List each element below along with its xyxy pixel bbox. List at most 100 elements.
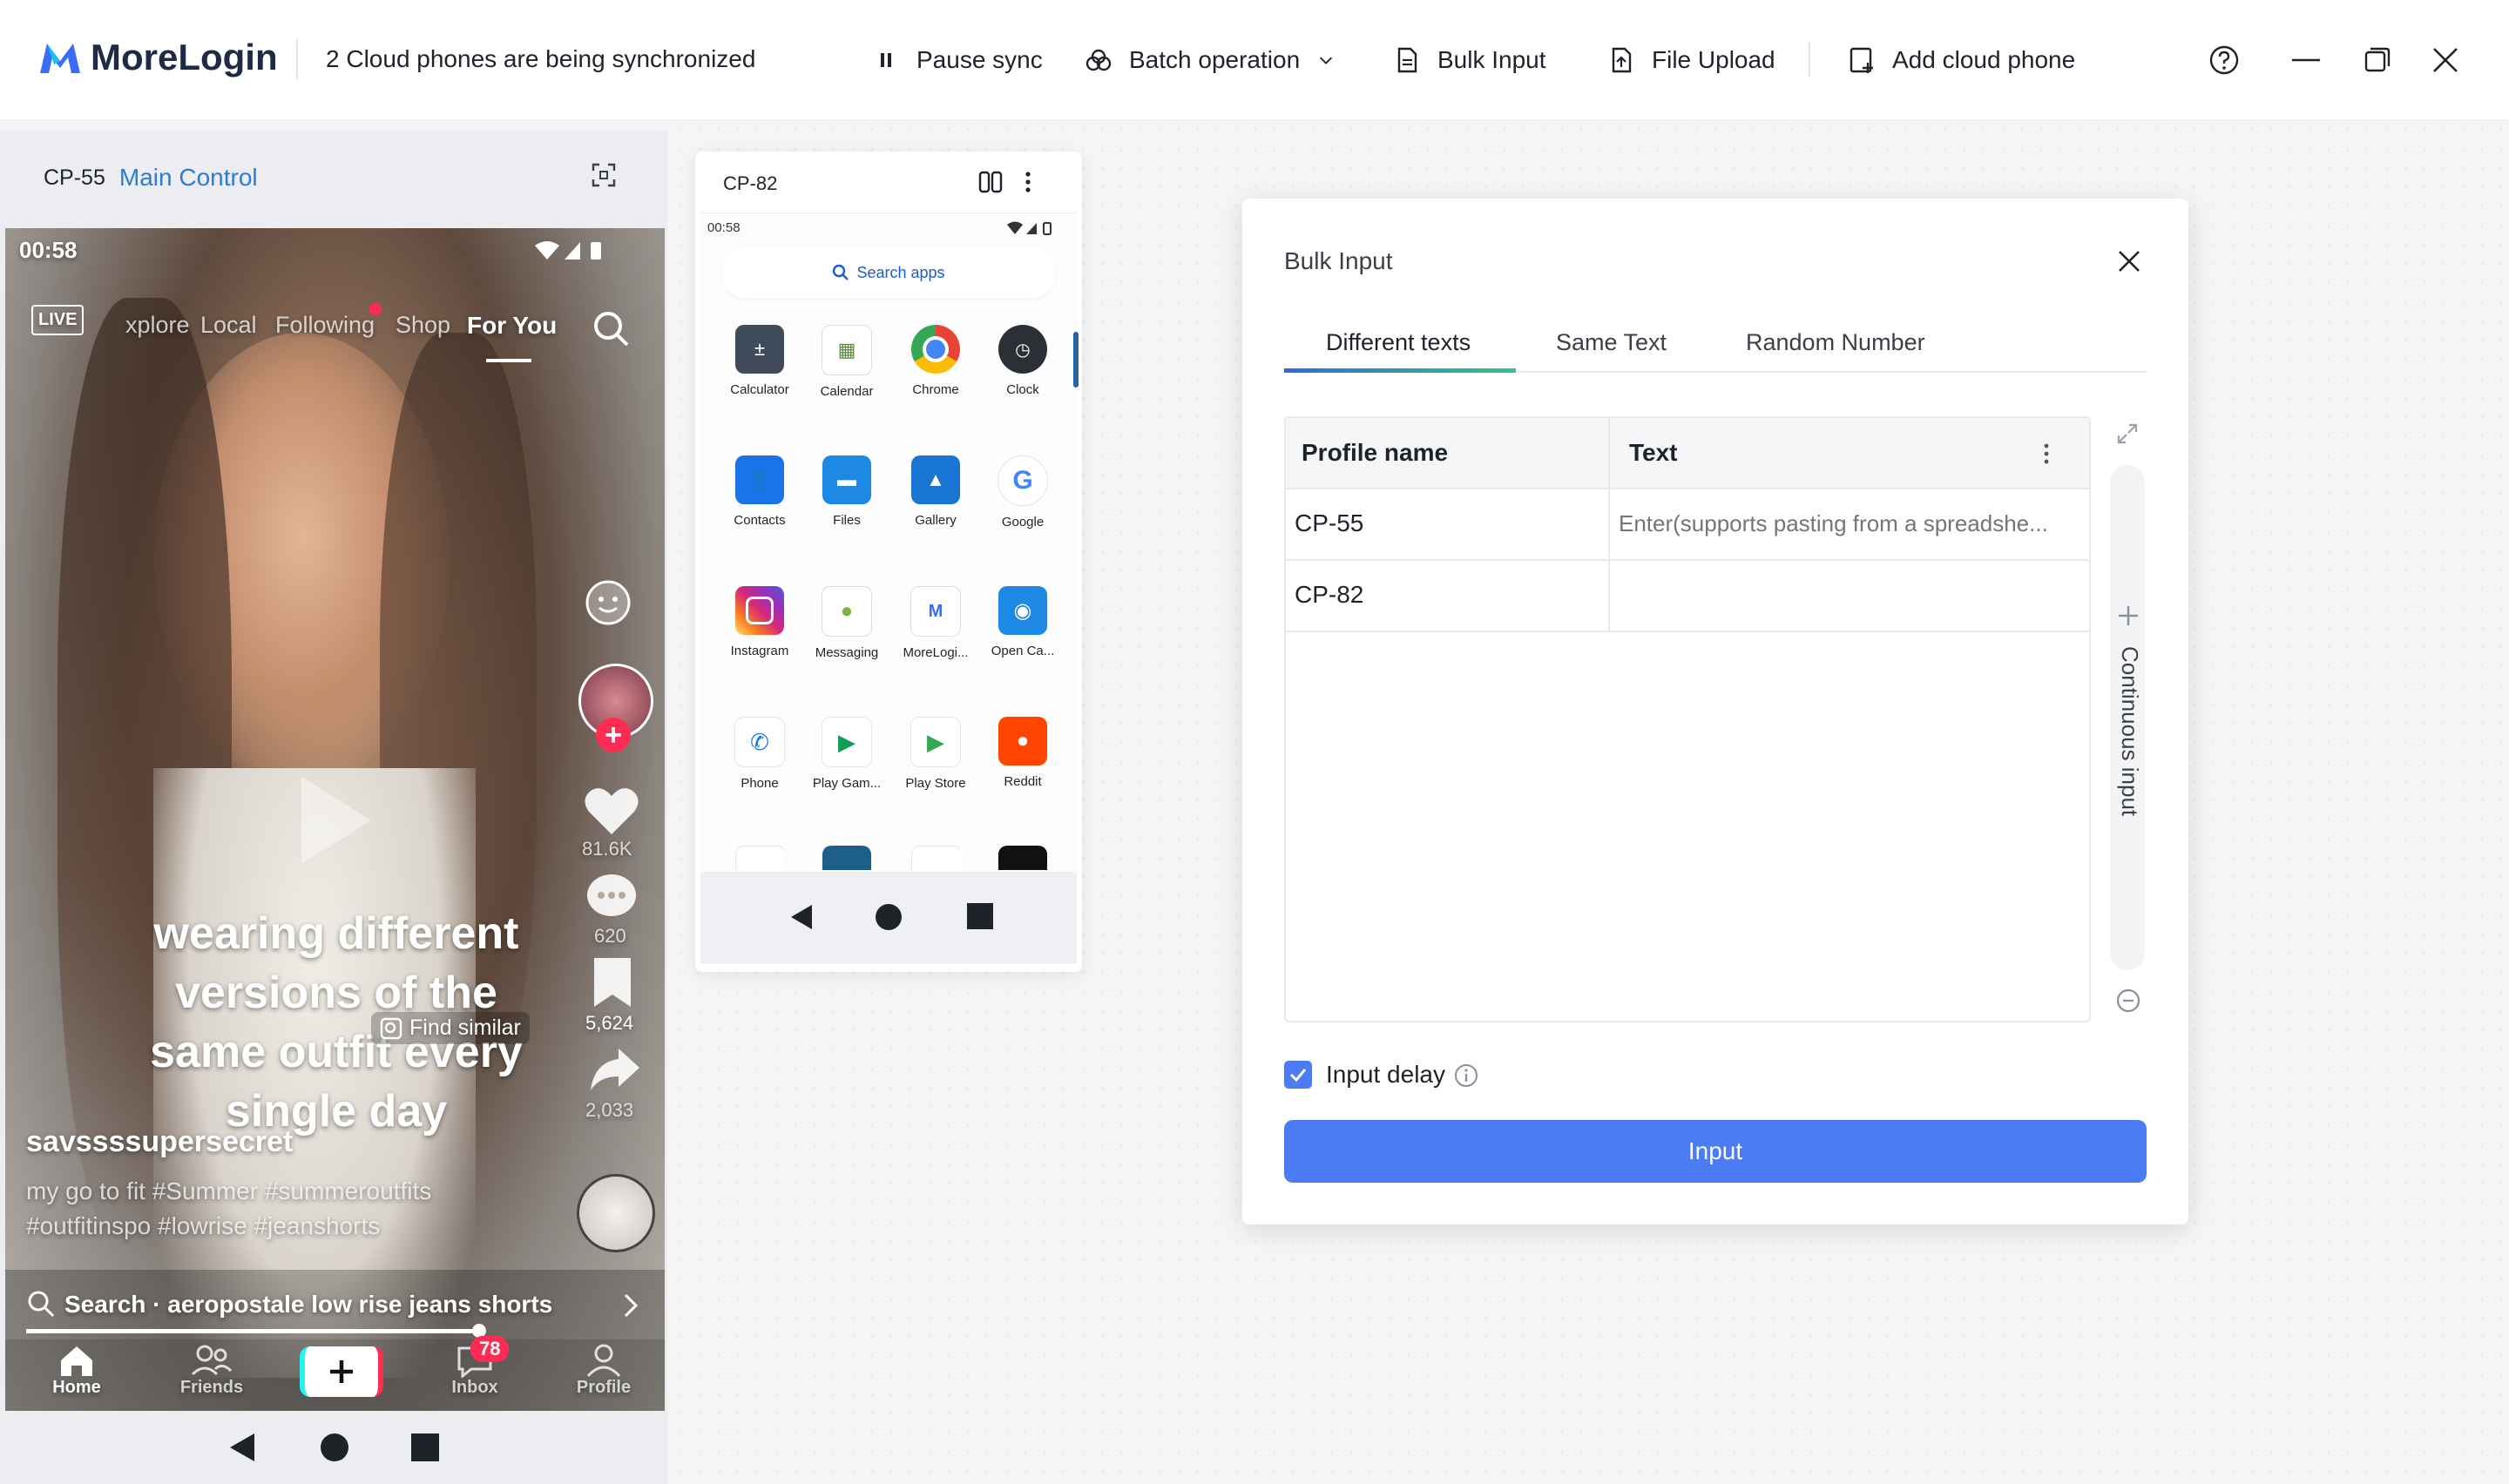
main-phone-screen[interactable]: 00:58 LIVE xplore Local Following Shop F…: [5, 228, 665, 1411]
app-reddit[interactable]: ● Reddit: [979, 717, 1066, 789]
video-description: #outfitinspo #lowrise #jeanshorts: [26, 1212, 381, 1239]
phone-screen[interactable]: 00:58 Search apps ± Calculator ▦ Calendar …: [700, 212, 1079, 964]
cloud-phone-cp-82: CP-82 00:58 Search apps ± Calculator ▦ Cal…: [695, 152, 1082, 972]
app-play-games[interactable]: ▶ Play Gam...: [803, 717, 890, 791]
help-button[interactable]: [2202, 38, 2246, 82]
brand: MoreLogin: [38, 37, 278, 78]
creator-username[interactable]: savssssupersecret: [26, 1125, 293, 1159]
back-icon[interactable]: [789, 903, 814, 931]
chevron-down-icon: [1320, 57, 1333, 64]
app-files[interactable]: ▬ Files: [803, 455, 890, 528]
nav-home-label: Home: [52, 1378, 101, 1397]
app-play-store[interactable]: ▶ Play Store: [892, 717, 979, 791]
app-contacts[interactable]: 👤 Contacts: [716, 455, 803, 528]
folder-icon: ▬: [822, 455, 871, 504]
progress-bar[interactable]: [26, 1329, 479, 1333]
more-vertical-icon[interactable]: [2040, 441, 2053, 467]
search-apps-bar[interactable]: Search apps: [721, 246, 1056, 299]
tab-live[interactable]: LIVE: [31, 305, 85, 335]
emoji-icon[interactable]: [584, 578, 632, 627]
add-cloud-phone-button[interactable]: Add cloud phone: [1847, 38, 2075, 82]
tab-same-text[interactable]: Same Text: [1556, 329, 1667, 356]
plus-icon[interactable]: [2117, 604, 2140, 627]
app-messaging[interactable]: ● Messaging: [803, 586, 890, 660]
tab-local[interactable]: Local: [200, 312, 257, 339]
expand-icon[interactable]: [2115, 422, 2140, 446]
tab-shop[interactable]: Shop: [396, 312, 450, 339]
app-label: Instagram: [730, 644, 789, 658]
home-circle-icon[interactable]: [875, 903, 903, 931]
tab-explore[interactable]: xplore: [125, 312, 190, 339]
play-icon[interactable]: [293, 768, 380, 873]
tab-following[interactable]: Following: [275, 312, 375, 339]
main-phone-header: CP-55 Main Control: [44, 164, 258, 192]
recents-icon[interactable]: [411, 1433, 439, 1461]
find-similar-button[interactable]: Find similar: [371, 1012, 530, 1044]
music-disc[interactable]: [577, 1174, 655, 1252]
play-store-icon: ▶: [910, 717, 961, 767]
fullscreen-button[interactable]: [589, 160, 619, 190]
app-partial[interactable]: [911, 846, 960, 870]
nav-home[interactable]: Home: [42, 1343, 112, 1398]
video-description: my go to fit #Summer #summeroutfits: [26, 1177, 432, 1204]
minus-circle-icon[interactable]: [2115, 988, 2141, 1014]
app-chrome[interactable]: Chrome: [892, 325, 979, 397]
app-open-camera[interactable]: ◉ Open Ca...: [979, 586, 1066, 658]
app-label: Google: [1001, 515, 1045, 530]
file-upload-button[interactable]: File Upload: [1606, 38, 1775, 82]
nav-profile[interactable]: Profile: [565, 1343, 643, 1398]
app-gallery[interactable]: ▲ Gallery: [892, 455, 979, 528]
create-post-button[interactable]: [300, 1346, 383, 1397]
app-clock[interactable]: ◷ Clock: [979, 325, 1066, 397]
app-partial[interactable]: [822, 846, 871, 870]
app-google[interactable]: G Google: [979, 455, 1066, 530]
batch-operation-dropdown[interactable]: Batch operation: [1084, 38, 1336, 82]
home-circle-icon[interactable]: [319, 1432, 350, 1463]
camera-icon: ◉: [998, 586, 1047, 635]
app-instagram[interactable]: Instagram: [716, 586, 803, 658]
close-icon[interactable]: [2115, 247, 2143, 275]
app-calculator[interactable]: ± Calculator: [716, 325, 803, 397]
pause-icon: [881, 53, 891, 67]
app-label: Clock: [1006, 382, 1039, 397]
check-icon: [1289, 1069, 1307, 1083]
scrollbar[interactable]: [1073, 332, 1079, 388]
minimize-button[interactable]: [2284, 38, 2328, 82]
restore-button[interactable]: [2356, 38, 2399, 82]
top-bar: MoreLogin 2 Cloud phones are being synch…: [0, 0, 2509, 121]
column-header-text: Text: [1629, 439, 1678, 466]
app-partial[interactable]: [735, 846, 784, 870]
nav-inbox-label: Inbox: [451, 1378, 498, 1397]
bulk-input-dialog: Bulk Input Different texts Same Text Ran…: [1242, 199, 2188, 1224]
input-button[interactable]: Input: [1284, 1120, 2147, 1183]
continuous-input-label[interactable]: Continuous input: [2117, 646, 2143, 847]
nav-profile-label: Profile: [576, 1378, 632, 1397]
app-phone[interactable]: ✆ Phone: [716, 717, 803, 791]
tiktok-bottom-nav: Home Friends Inbox 78 Profile: [5, 1336, 665, 1411]
input-delay-checkbox[interactable]: [1284, 1061, 1312, 1089]
tab-different-texts[interactable]: Different texts: [1326, 329, 1471, 356]
tab-for-you[interactable]: For You: [467, 312, 557, 340]
nav-friends[interactable]: Friends: [172, 1343, 251, 1398]
bulk-input-button[interactable]: Bulk Input: [1392, 38, 1546, 82]
main-control-label: Main Control: [118, 164, 258, 191]
follow-plus-icon[interactable]: +: [596, 718, 631, 752]
search-icon[interactable]: [591, 308, 631, 348]
tab-random-number[interactable]: Random Number: [1746, 329, 1925, 356]
recents-icon[interactable]: [967, 903, 993, 929]
app-partial[interactable]: [998, 846, 1047, 870]
heart-icon[interactable]: [584, 786, 639, 836]
row-text-input[interactable]: [1617, 568, 2080, 622]
app-calendar[interactable]: ▦ Calendar: [803, 325, 890, 399]
profile-icon: [586, 1344, 621, 1378]
back-icon[interactable]: [228, 1432, 256, 1463]
close-window-button[interactable]: [2424, 38, 2467, 82]
row-text-input[interactable]: [1617, 496, 2080, 550]
more-vertical-icon[interactable]: [1021, 169, 1035, 195]
pause-sync-button[interactable]: Pause sync: [871, 38, 1043, 82]
split-view-icon[interactable]: [977, 169, 1004, 195]
table-row: CP-55: [1286, 488, 2089, 561]
batch-operation-label: Batch operation: [1129, 46, 1301, 73]
app-morelogin[interactable]: M MoreLogi...: [892, 586, 979, 660]
info-icon[interactable]: [1453, 1062, 1479, 1089]
